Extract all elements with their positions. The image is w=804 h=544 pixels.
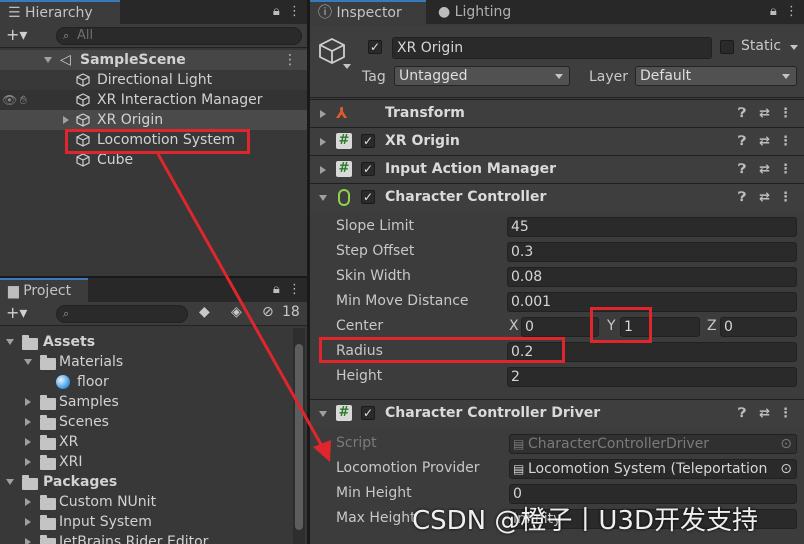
annotation-arrow bbox=[156, 153, 331, 462]
watermark-text: CSDN @橙子丨U3D开发支持 bbox=[412, 506, 758, 536]
